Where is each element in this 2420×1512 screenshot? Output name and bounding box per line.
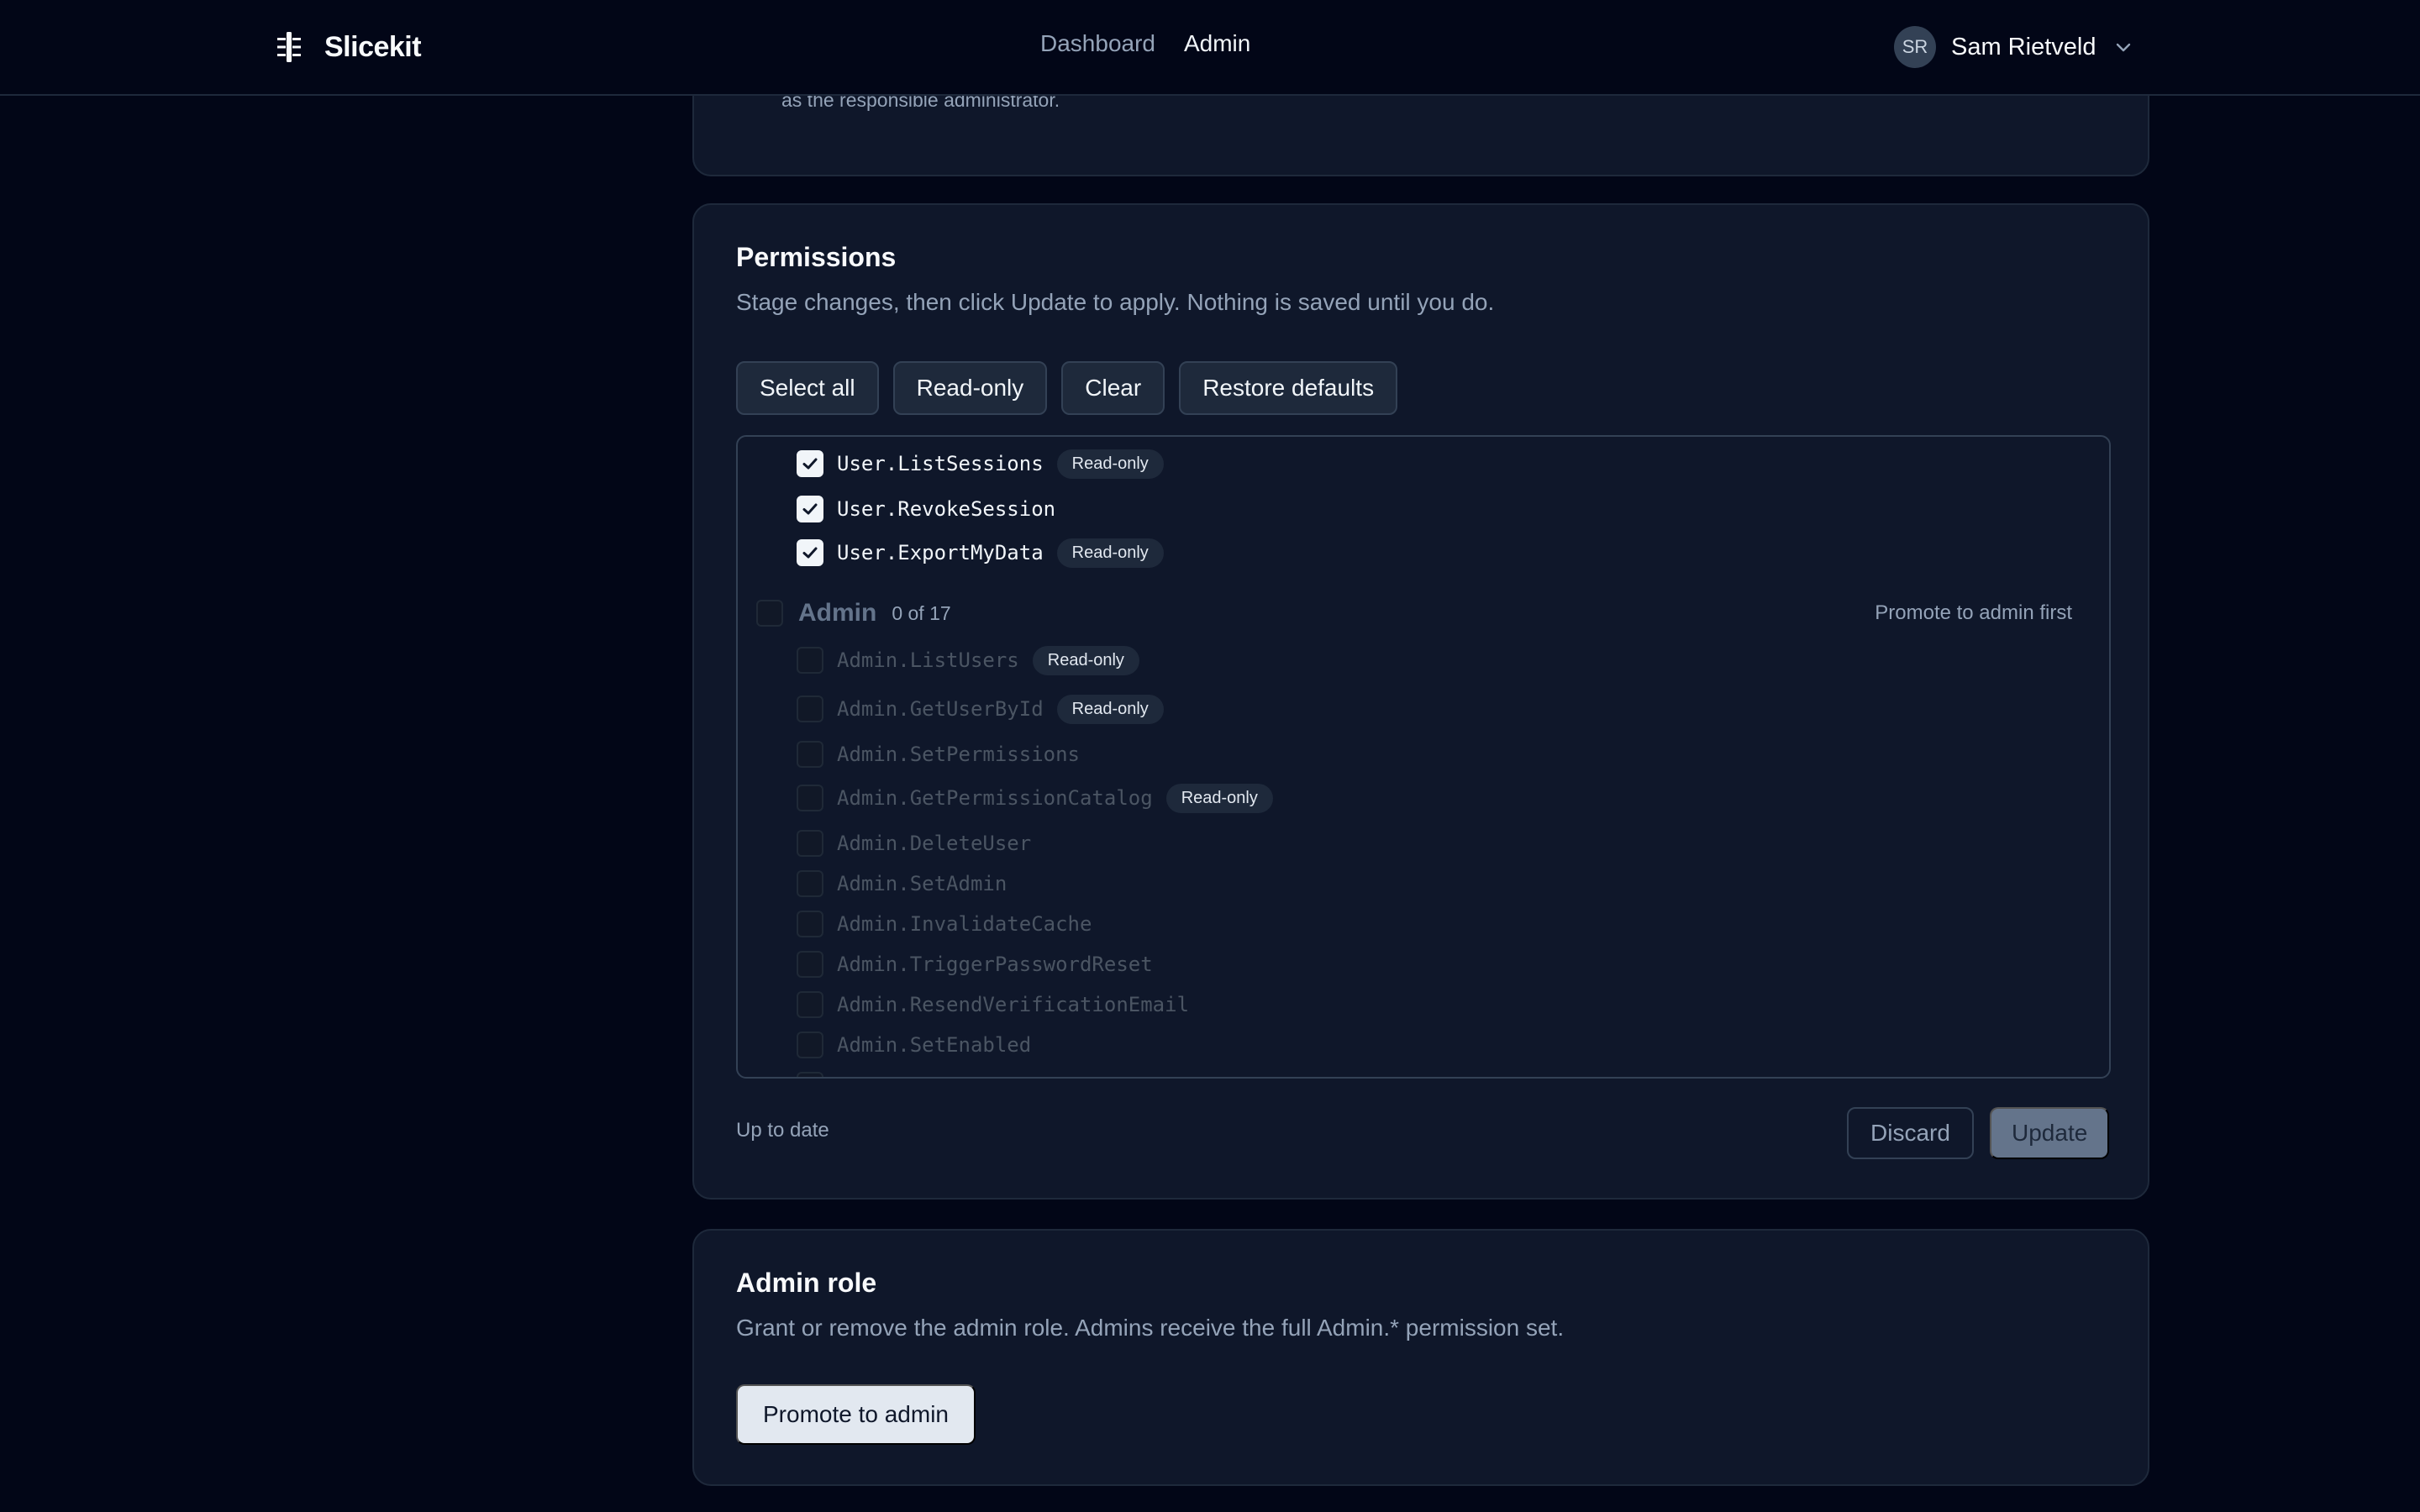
permission-checkbox[interactable] [797, 951, 823, 978]
permission-checkbox[interactable] [797, 496, 823, 522]
permission-row: Admin.ResendVerificationEmail [797, 988, 1189, 1021]
promote-hint: Promote to admin first [1875, 601, 2072, 624]
permission-row-clipped [797, 1068, 823, 1077]
permission-checkbox[interactable] [797, 450, 823, 477]
user-menu[interactable]: SR Sam Rietveld [1894, 26, 2133, 68]
permission-name: Admin.SetEnabled [837, 1033, 1032, 1057]
select-all-button[interactable]: Select all [736, 361, 879, 415]
permission-checkbox[interactable] [797, 911, 823, 937]
permission-name: Admin.DeleteUser [837, 832, 1032, 855]
permissions-actions: Select all Read-only Clear Restore defau… [736, 361, 1398, 415]
read-only-badge: Read-only [1165, 783, 1273, 813]
update-button[interactable]: Update [1990, 1107, 2110, 1159]
permissions-card: Permissions Stage changes, then click Up… [692, 203, 2149, 1200]
permission-name: User.ListSessions [837, 452, 1044, 475]
admin-role-description: Grant or remove the admin role. Admins r… [736, 1315, 1565, 1341]
read-only-badge: Read-only [1032, 645, 1139, 675]
read-only-badge: Read-only [1056, 538, 1164, 568]
permissions-title: Permissions [736, 242, 897, 272]
permission-checkbox[interactable] [797, 696, 823, 722]
permission-list[interactable]: User.ListSessions Read-only User.RevokeS… [736, 435, 2111, 1079]
check-icon [802, 503, 818, 515]
permission-name: Admin.GetUserById [837, 697, 1044, 721]
permission-row: User.ExportMyData Read-only [797, 536, 1164, 570]
permission-checkbox[interactable] [797, 1032, 823, 1058]
group-checkbox[interactable] [756, 600, 783, 627]
permission-checkbox[interactable] [797, 870, 823, 897]
read-only-badge: Read-only [1056, 694, 1164, 724]
permission-name: Admin.ResendVerificationEmail [837, 993, 1190, 1016]
permission-name: User.RevokeSession [837, 497, 1056, 521]
permission-name: Admin.InvalidateCache [837, 912, 1092, 936]
restore-defaults-button[interactable]: Restore defaults [1179, 361, 1398, 415]
permission-name: Admin.ListUsers [837, 648, 1019, 672]
permission-checkbox[interactable] [797, 991, 823, 1018]
permission-row: Admin.SetEnabled [797, 1028, 1031, 1062]
read-only-button[interactable]: Read-only [892, 361, 1048, 415]
clear-button[interactable]: Clear [1061, 361, 1165, 415]
user-name: Sam Rietveld [1951, 33, 2096, 60]
nav-admin[interactable]: Admin [1184, 30, 1250, 57]
permission-row: Admin.DeleteUser [797, 827, 1031, 860]
top-nav-bar: Slicekit Dashboard Admin SR Sam Rietveld [0, 0, 2420, 96]
chevron-down-icon [2114, 38, 2133, 56]
permission-name: Admin.TriggerPasswordReset [837, 953, 1153, 976]
check-icon [802, 547, 818, 559]
permission-checkbox[interactable] [797, 741, 823, 768]
permission-name: Admin.SetPermissions [837, 743, 1080, 766]
group-count: 0 of 17 [892, 601, 951, 624]
brand[interactable]: Slicekit [272, 29, 422, 66]
main-nav: Dashboard Admin [1040, 30, 1250, 57]
slicekit-logo-icon [272, 30, 306, 64]
permission-row: Admin.SetAdmin [797, 867, 1007, 900]
permission-row: User.RevokeSession [797, 492, 1055, 526]
admin-role-card: Admin role Grant or remove the admin rol… [692, 1229, 2149, 1486]
permission-name: User.ExportMyData [837, 541, 1044, 564]
permission-name: Admin.GetPermissionCatalog [837, 786, 1153, 810]
permission-checkbox[interactable] [797, 647, 823, 674]
permission-checkbox[interactable] [797, 830, 823, 857]
permission-checkbox[interactable] [797, 1072, 823, 1077]
permission-name: Admin.SetAdmin [837, 872, 1007, 895]
permission-row: Admin.ListUsers Read-only [797, 643, 1139, 677]
discard-button[interactable]: Discard [1847, 1107, 1974, 1159]
promote-to-admin-button[interactable]: Promote to admin [736, 1384, 976, 1445]
check-icon [802, 458, 818, 470]
read-only-badge: Read-only [1056, 449, 1164, 479]
permission-row: Admin.InvalidateCache [797, 907, 1092, 941]
group-name: Admin [798, 599, 877, 627]
permissions-description: Stage changes, then click Update to appl… [736, 289, 1495, 315]
brand-name: Slicekit [324, 30, 422, 63]
save-status: Up to date [736, 1119, 829, 1142]
permission-row: User.ListSessions Read-only [797, 447, 1164, 480]
permission-row: Admin.GetUserById Read-only [797, 692, 1164, 726]
permission-row: Admin.SetPermissions [797, 738, 1080, 771]
nav-dashboard[interactable]: Dashboard [1040, 30, 1155, 57]
permission-row: Admin.TriggerPasswordReset [797, 948, 1153, 981]
permission-checkbox[interactable] [797, 785, 823, 811]
permission-row: Admin.GetPermissionCatalog Read-only [797, 781, 1273, 815]
admin-role-title: Admin role [736, 1268, 877, 1298]
admin-group-header: Admin 0 of 17 Promote to admin first [756, 596, 2092, 630]
avatar: SR [1894, 26, 1936, 68]
permission-checkbox[interactable] [797, 539, 823, 566]
